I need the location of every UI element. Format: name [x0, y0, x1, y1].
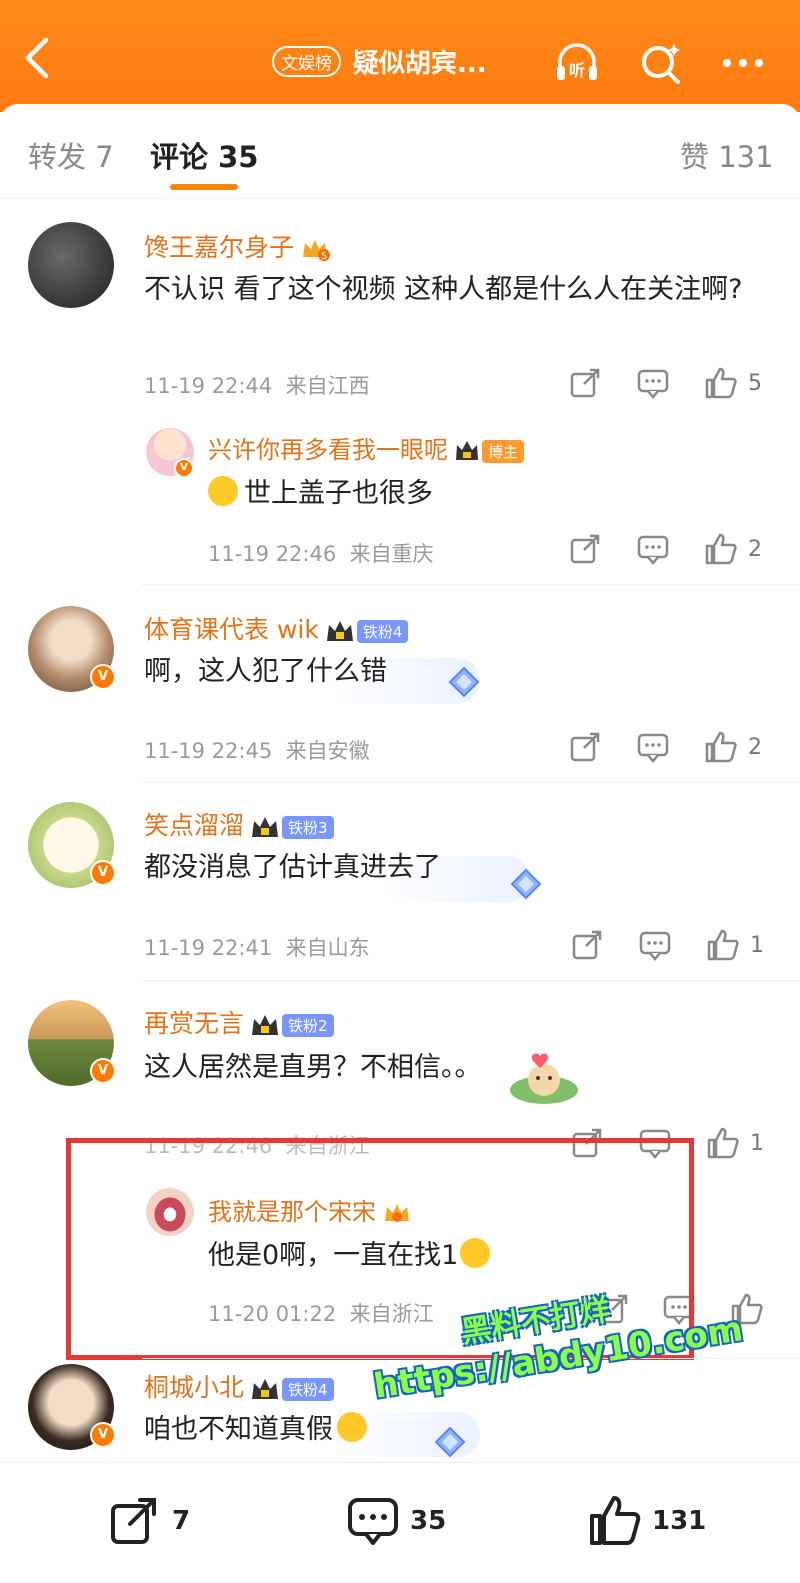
fan-badge: 铁粉2	[282, 1013, 334, 1037]
share-icon[interactable]	[570, 928, 604, 962]
svg-text:5: 5	[321, 251, 327, 262]
thumbs-up-icon	[590, 1496, 641, 1545]
divider	[142, 980, 800, 981]
verified-badge-icon: V	[90, 664, 116, 690]
verified-badge-icon: V	[90, 1058, 116, 1084]
comment-button[interactable]: 35	[346, 1491, 446, 1551]
search-icon[interactable]	[638, 40, 684, 86]
category-tag: 文娱榜	[272, 45, 341, 77]
crown-icon	[456, 441, 478, 460]
laugh-cry-emoji-icon	[208, 476, 238, 506]
reply-username[interactable]: 兴许你再多看我一眼呢 博主	[208, 430, 525, 465]
share-icon[interactable]	[568, 532, 602, 566]
verified-badge-icon: V	[174, 458, 194, 478]
like-icon[interactable]	[704, 532, 738, 566]
reply-text: 世上盖子也很多	[208, 472, 433, 516]
crown-icon	[252, 1379, 279, 1399]
more-icon[interactable]	[720, 40, 766, 86]
listen-icon[interactable]: 听	[554, 40, 600, 86]
comment-text: 不认识 看了这个视频 这种人都是什么人在关注啊?	[144, 274, 743, 305]
back-arrow-icon[interactable]	[22, 36, 52, 80]
divider	[142, 584, 800, 585]
like-icon[interactable]	[706, 1126, 740, 1160]
comment-count: 35	[410, 1506, 447, 1536]
comment-username[interactable]: 桐城小北 铁粉4	[144, 1368, 334, 1404]
comments-sheet: 转发 7 评论 35 赞 131	[0, 104, 800, 1582]
blogger-badge: 博主	[482, 439, 525, 463]
repost-icon	[111, 1498, 156, 1544]
comment-username[interactable]: 笑点溜溜 铁粉3	[144, 806, 334, 842]
crown-icon	[326, 621, 353, 641]
comment-text: 啊，这人犯了什么错	[144, 656, 387, 687]
avatar[interactable]	[28, 222, 114, 308]
comment-username[interactable]: 馋王嘉尔身子 5	[144, 228, 331, 264]
share-icon[interactable]	[568, 730, 602, 764]
like-count: 1	[750, 1131, 764, 1156]
like-icon[interactable]	[704, 730, 738, 764]
tab-comments[interactable]: 评论 35	[150, 134, 258, 176]
comment-time-location: 11-19 22:45 来自安徽	[144, 739, 370, 763]
diamond-icon	[434, 1426, 466, 1458]
active-tab-indicator	[170, 184, 238, 190]
comment-username[interactable]: 再赏无言 铁粉2	[144, 1004, 334, 1040]
like-count: 5	[748, 371, 762, 396]
comment-time-location: 11-19 22:41 来自山东	[144, 936, 370, 960]
comment-text: 咱也不知道真假	[144, 1408, 367, 1452]
comment-text: 都没消息了估计真进去了	[144, 852, 441, 883]
comment-text: 这人居然是直男？不相信。。	[144, 1052, 482, 1083]
comment-icon	[348, 1498, 398, 1545]
fan-badge: 铁粉4	[282, 1377, 334, 1401]
title-area: 文娱榜 疑似胡宾...	[272, 44, 487, 79]
crown-icon: 5	[303, 240, 331, 262]
sticker-icon	[510, 1053, 578, 1104]
repost-button[interactable]: 7	[108, 1491, 190, 1551]
crown-icon	[252, 1015, 279, 1035]
like-icon[interactable]	[706, 928, 740, 962]
svg-text:听: 听	[569, 61, 585, 80]
like-count: 2	[748, 735, 762, 760]
like-icon[interactable]	[704, 366, 738, 400]
reply-icon[interactable]	[636, 366, 670, 400]
tab-likes[interactable]: 赞 131	[680, 134, 774, 176]
repost-count: 7	[172, 1506, 191, 1536]
comment-time-location: 11-19 22:44 来自江西	[144, 374, 370, 398]
crown-icon	[252, 817, 279, 837]
reply-icon[interactable]	[638, 928, 672, 962]
tab-repost[interactable]: 转发 7	[28, 134, 114, 176]
like-count: 2	[748, 537, 762, 562]
comment-username[interactable]: 体育课代表 wik 铁粉4	[144, 610, 409, 646]
bottom-action-bar: 7 35 131	[0, 1462, 800, 1583]
verified-badge-icon: V	[90, 860, 116, 886]
diamond-icon	[448, 666, 480, 698]
tab-bar: 转发 7 评论 35 赞 131	[0, 104, 800, 199]
like-button[interactable]: 131	[588, 1491, 706, 1551]
grin-emoji-icon	[337, 1412, 367, 1442]
page-title: 疑似胡宾...	[353, 48, 487, 79]
top-bar: 文娱榜 疑似胡宾... 听	[0, 0, 800, 112]
reply-icon[interactable]	[636, 730, 670, 764]
reply-time-location: 11-19 22:46 来自重庆	[208, 542, 434, 566]
fan-badge: 铁粉3	[282, 815, 334, 839]
fan-badge: 铁粉4	[356, 619, 409, 643]
share-icon[interactable]	[568, 366, 602, 400]
verified-badge-icon: V	[90, 1422, 116, 1448]
diamond-icon	[510, 868, 542, 900]
reply-icon[interactable]	[636, 532, 670, 566]
divider	[142, 782, 800, 783]
like-count: 1	[750, 933, 764, 958]
like-count: 131	[652, 1506, 707, 1536]
